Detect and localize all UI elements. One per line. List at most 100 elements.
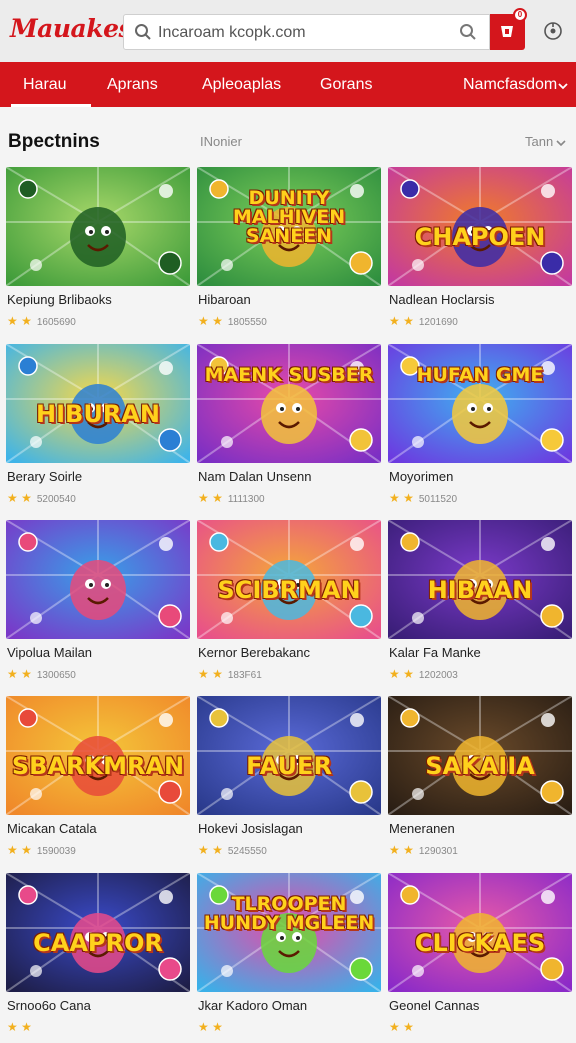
star-icon: ★ ★: [7, 1020, 32, 1034]
play-count: 1201690: [418, 317, 458, 328]
play-count: 1202003: [418, 670, 458, 681]
game-banner-text: SCIBRMAN: [217, 576, 361, 604]
game-title[interactable]: Hokevi Josislagan: [198, 821, 382, 836]
game-thumbnail[interactable]: SCIBRMAN: [197, 520, 381, 639]
game-banner-text: SBARKMRAN: [11, 752, 185, 780]
cart-badge: 0: [513, 8, 527, 22]
game-banner-text: HUFAN GME: [416, 364, 544, 386]
section-title: Bpectnins: [8, 131, 100, 152]
play-count: 5200540: [36, 494, 76, 505]
game-card[interactable]: MAENK SUSBER Nam Dalan Unsenn ★ ★ 1111300: [197, 344, 381, 514]
game-rating: ★ ★: [198, 1020, 228, 1034]
game-title[interactable]: Moyorimen: [389, 469, 573, 484]
game-card[interactable]: TLROOPEN HUNDY MGLEEN Jkar Kadoro Oman ★ ★: [197, 873, 381, 1043]
tab-namcfasdom[interactable]: Namcfasdom: [463, 62, 557, 107]
game-thumbnail[interactable]: DUNITY MALHIVEN SANEEN: [197, 167, 381, 286]
game-rating: ★ ★ 1201690: [389, 314, 458, 328]
category-nav: Harau Aprans Apleoaplas Gorans Namcfasdo…: [0, 62, 576, 107]
cart-icon: [501, 26, 513, 37]
tab-harau[interactable]: Harau: [11, 62, 90, 107]
game-title[interactable]: Geonel Cannas: [389, 998, 573, 1013]
search-submit-icon[interactable]: [459, 23, 477, 46]
game-thumbnail[interactable]: [6, 520, 190, 639]
game-title[interactable]: Nam Dalan Unsenn: [198, 469, 382, 484]
play-count: 1605690: [36, 317, 76, 328]
top-bar: Mauakest✚ 0: [0, 0, 576, 62]
game-rating: ★ ★ 1111300: [198, 491, 265, 505]
game-thumbnail[interactable]: FAUER: [197, 696, 381, 815]
star-icon: ★ ★: [7, 843, 32, 857]
game-card[interactable]: HIBAAN Kalar Fa Manke ★ ★ 1202003: [388, 520, 572, 690]
game-rating: ★ ★ 5011520: [389, 491, 457, 505]
game-thumbnail[interactable]: SAKAIIA: [388, 696, 572, 815]
game-thumbnail[interactable]: HIBURAN: [6, 344, 190, 463]
game-banner-text: MAENK SUSBER: [204, 364, 374, 386]
game-title[interactable]: Vipolua Mailan: [7, 645, 191, 660]
sort-dropdown[interactable]: Tann: [525, 134, 566, 149]
game-thumbnail[interactable]: CAAPROR: [6, 873, 190, 992]
game-card[interactable]: CHAPOEN Nadlean Hoclarsis ★ ★ 1201690: [388, 167, 572, 337]
game-rating: ★ ★ 1202003: [389, 667, 458, 681]
chevron-down-icon: [556, 139, 566, 146]
game-banner-text: HIBURAN: [36, 400, 160, 428]
game-title[interactable]: Nadlean Hoclarsis: [389, 292, 573, 307]
game-card[interactable]: CLICKAES Geonel Cannas ★ ★: [388, 873, 572, 1043]
search-icon: [134, 23, 152, 46]
game-banner-text: CLICKAES: [414, 929, 546, 957]
game-title[interactable]: Hibaroan: [198, 292, 382, 307]
game-title[interactable]: Meneranen: [389, 821, 573, 836]
star-icon: ★ ★: [198, 314, 223, 328]
game-thumbnail[interactable]: CLICKAES: [388, 873, 572, 992]
chevron-down-icon[interactable]: [557, 79, 569, 97]
game-thumbnail[interactable]: HUFAN GME: [388, 344, 572, 463]
search-box[interactable]: [123, 14, 490, 50]
star-icon: ★ ★: [389, 667, 414, 681]
game-thumbnail[interactable]: MAENK SUSBER: [197, 344, 381, 463]
game-rating: ★ ★ 183F61: [198, 667, 262, 681]
tab-apleoaplas[interactable]: Apleoaplas: [202, 62, 281, 107]
tab-gorans[interactable]: Gorans: [320, 62, 372, 107]
game-title[interactable]: Srnoo6o Cana: [7, 998, 191, 1013]
game-rating: ★ ★: [389, 1020, 419, 1034]
game-title[interactable]: Kernor Berebakanc: [198, 645, 382, 660]
play-count: 5011520: [418, 494, 458, 505]
play-count: 1300650: [36, 670, 76, 681]
game-banner-text: CAAPROR: [33, 929, 163, 957]
search-input[interactable]: [158, 21, 448, 45]
game-card[interactable]: FAUER Hokevi Josislagan ★ ★ 5245550: [197, 696, 381, 866]
game-title[interactable]: Micakan Catala: [7, 821, 191, 836]
star-icon: ★ ★: [389, 843, 414, 857]
game-title[interactable]: Jkar Kadoro Oman: [198, 998, 382, 1013]
game-rating: ★ ★: [7, 1020, 37, 1034]
game-thumbnail[interactable]: [6, 167, 190, 286]
game-card[interactable]: HUFAN GME Moyorimen ★ ★ 5011520: [388, 344, 572, 514]
game-title[interactable]: Kalar Fa Manke: [389, 645, 573, 660]
game-banner-text: HIBAAN: [427, 576, 533, 604]
game-card[interactable]: Kepiung Brlibaoks ★ ★ 1605690: [6, 167, 190, 337]
star-icon: ★ ★: [198, 667, 223, 681]
game-thumbnail[interactable]: CHAPOEN: [388, 167, 572, 286]
game-card[interactable]: SAKAIIA Meneranen ★ ★ 1290301: [388, 696, 572, 866]
game-title[interactable]: Kepiung Brlibaoks: [7, 292, 191, 307]
play-count: 1805550: [227, 317, 267, 328]
star-icon: ★ ★: [198, 491, 223, 505]
game-card[interactable]: SBARKMRAN Micakan Catala ★ ★ 1590039: [6, 696, 190, 866]
star-icon: ★ ★: [198, 1020, 223, 1034]
star-icon: ★ ★: [198, 843, 223, 857]
game-banner-text: DUNITY MALHIVEN SANEEN: [232, 187, 346, 247]
gear-icon[interactable]: [543, 21, 563, 46]
game-thumbnail[interactable]: SBARKMRAN: [6, 696, 190, 815]
game-card[interactable]: CAAPROR Srnoo6o Cana ★ ★: [6, 873, 190, 1043]
game-card[interactable]: Vipolua Mailan ★ ★ 1300650: [6, 520, 190, 690]
cart-button[interactable]: 0: [490, 8, 527, 50]
tab-aprans[interactable]: Aprans: [107, 62, 158, 107]
game-thumbnail[interactable]: HIBAAN: [388, 520, 572, 639]
game-card[interactable]: SCIBRMAN Kernor Berebakanc ★ ★ 183F61: [197, 520, 381, 690]
game-card[interactable]: HIBURAN Berary Soirle ★ ★ 5200540: [6, 344, 190, 514]
game-banner-text: SAKAIIA: [425, 752, 535, 780]
game-thumbnail[interactable]: TLROOPEN HUNDY MGLEEN: [197, 873, 381, 992]
play-count: 1590039: [36, 846, 76, 857]
game-title[interactable]: Berary Soirle: [7, 469, 191, 484]
game-card[interactable]: DUNITY MALHIVEN SANEEN Hibaroan ★ ★ 1805550: [197, 167, 381, 337]
game-rating: ★ ★ 1590039: [7, 843, 76, 857]
